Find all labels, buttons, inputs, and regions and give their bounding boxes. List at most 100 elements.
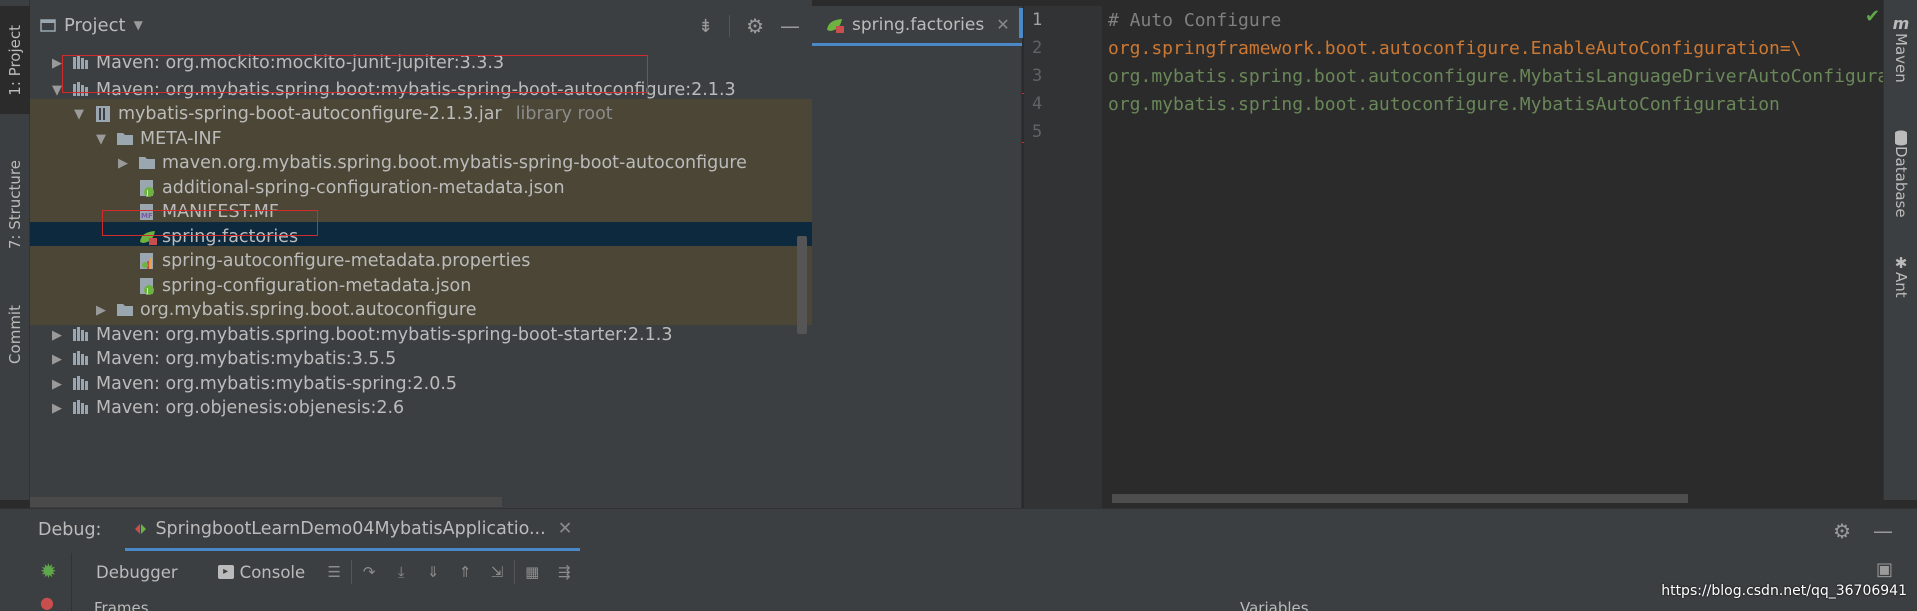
code-line[interactable]: org.mybatis.spring.boot.autoconfigure.My…	[1108, 94, 1780, 115]
expanded-arrow-icon[interactable]: ▼	[94, 132, 108, 147]
tab-structure[interactable]: 7: Structure	[0, 140, 30, 270]
tab-ant-label: Ant	[1892, 272, 1910, 298]
tab-project-label: 1: Project	[6, 24, 24, 96]
stop-icon[interactable]: ●	[40, 593, 54, 611]
tree-row-label: maven.org.mybatis.spring.boot.mybatis-sp…	[162, 153, 747, 173]
debug-header: Debug: SpringbootLearnDemo04MybatisAppli…	[0, 509, 1917, 551]
tree-vertical-scrollbar[interactable]	[797, 236, 807, 334]
project-view-selector[interactable]: Project ▼	[40, 15, 143, 36]
minimize-icon[interactable]: —	[1873, 519, 1893, 543]
frames-header: Frames	[94, 599, 149, 611]
debug-toolbar: Debugger ▸ Console ☰ ↷ ⤓ ⇓ ⇑ ⇲ ▦ ⇶	[72, 553, 1917, 591]
jar-icon	[94, 105, 112, 123]
folder-icon	[116, 130, 134, 148]
editor-horizontal-scrollbar[interactable]	[1112, 494, 1688, 503]
gear-icon[interactable]: ⚙	[746, 14, 764, 38]
run-to-cursor-icon[interactable]: ⇲	[486, 562, 508, 582]
tab-debugger-label: Debugger	[96, 562, 178, 582]
maven-lib-icon	[72, 399, 90, 417]
line-number: 5	[1032, 122, 1043, 142]
tree-row-label: additional-spring-configuration-metadata…	[162, 178, 565, 198]
maven-lib-icon	[72, 375, 90, 393]
code-line[interactable]: org.mybatis.spring.boot.autoconfigure.My…	[1108, 66, 1883, 87]
tab-console-label: Console	[239, 562, 306, 582]
maven-lib-icon	[72, 54, 90, 72]
debug-side-toolbar: ✹ ●	[0, 553, 72, 611]
debug-session-tab[interactable]: SpringbootLearnDemo04MybatisApplicatio..…	[125, 509, 581, 551]
minimize-icon[interactable]: —	[780, 14, 800, 38]
tab-project[interactable]: 1: Project	[0, 6, 30, 114]
tree-row-label: Maven: org.mybatis:mybatis-spring:2.0.5	[96, 374, 458, 394]
console-icon: ▸	[217, 565, 234, 579]
tab-debugger[interactable]: Debugger	[96, 563, 178, 582]
maven-lib-icon	[72, 81, 90, 99]
tree-row-label: META-INF	[140, 129, 222, 149]
collapsed-arrow-icon[interactable]: ▶	[50, 401, 64, 416]
debug-label: Debug:	[38, 520, 102, 540]
step-out-icon[interactable]: ⇑	[454, 562, 476, 582]
toolbar-divider	[514, 560, 516, 584]
tree-row-label: spring-configuration-metadata.json	[162, 276, 472, 296]
expanded-arrow-icon[interactable]: ▼	[72, 107, 86, 122]
tree-horizontal-scrollbar[interactable]	[30, 497, 502, 507]
inspection-ok-icon[interactable]: ✔	[1865, 6, 1880, 27]
line-number: 4	[1032, 94, 1043, 114]
tab-maven[interactable]: m Maven	[1884, 14, 1917, 83]
debug-header-tools: ⚙ —	[1833, 519, 1893, 543]
collapsed-arrow-icon[interactable]: ▶	[50, 352, 64, 367]
project-panel: Project ▼ ⇟ ⚙ — ▶ Maven: org.mockito:mock…	[30, 0, 812, 508]
trace-stream-icon[interactable]: ⇶	[553, 562, 575, 582]
folder-icon	[116, 301, 134, 319]
maven-lib-icon	[72, 326, 90, 344]
tree-row-label: Maven: org.mybatis.spring.boot:mybatis-s…	[96, 80, 736, 100]
watermark: https://blog.csdn.net/qq_36706941	[1661, 583, 1907, 599]
collapsed-arrow-icon[interactable]: ▶	[50, 56, 64, 71]
tree-row-partial	[30, 418, 812, 448]
step-over-icon[interactable]: ⤓	[390, 562, 412, 582]
database-icon	[1895, 130, 1907, 146]
tab-commit[interactable]: Commit	[0, 288, 30, 380]
restore-layout-icon[interactable]: ▣	[1876, 559, 1893, 580]
tab-commit-label: Commit	[6, 304, 24, 364]
tab-database-label: Database	[1892, 146, 1910, 218]
maven-lib-icon	[72, 350, 90, 368]
code-line[interactable]: org.springframework.boot.autoconfigure.E…	[1108, 38, 1802, 59]
close-icon[interactable]: ✕	[558, 519, 573, 539]
collapse-all-icon[interactable]: ⇟	[698, 16, 713, 37]
code-line[interactable]: # Auto Configure	[1108, 10, 1281, 31]
library-root-hint: library root	[515, 104, 613, 124]
tab-console[interactable]: ▸ Console	[217, 562, 306, 582]
collapsed-arrow-icon[interactable]: ▶	[94, 303, 108, 318]
maven-icon: m	[1892, 14, 1910, 33]
expanded-arrow-icon[interactable]: ▼	[50, 83, 64, 98]
tree-row-label: Maven: org.objenesis:objenesis:2.6	[96, 398, 405, 418]
properties-icon	[138, 252, 156, 270]
tab-ant[interactable]: ✱ Ant	[1884, 254, 1917, 298]
toolbar-divider	[729, 15, 731, 37]
tree-row-label: Maven: org.mybatis:mybatis:3.5.5	[96, 349, 397, 369]
gear-icon[interactable]: ⚙	[1833, 519, 1851, 543]
step-into-icon[interactable]: ⇓	[422, 562, 444, 582]
tree-row-label: MANIFEST.MF	[162, 202, 279, 222]
show-execution-point-icon[interactable]: ↷	[358, 562, 380, 582]
collapsed-arrow-icon[interactable]: ▶	[50, 377, 64, 392]
tree-row-label: Maven: org.mockito:mockito-junit-jupiter…	[96, 53, 505, 73]
tab-database[interactable]: Database	[1884, 130, 1917, 218]
debug-panel: Debug: SpringbootLearnDemo04MybatisAppli…	[0, 508, 1917, 611]
tab-structure-label: 7: Structure	[6, 160, 24, 250]
evaluate-expression-icon[interactable]: ▦	[521, 562, 543, 582]
line-number: 3	[1032, 66, 1043, 86]
chevron-down-icon: ▼	[133, 18, 143, 32]
tree-row[interactable]: ▶ Maven: org.mockito:mockito-junit-jupite…	[30, 48, 812, 78]
collapsed-arrow-icon[interactable]: ▶	[50, 328, 64, 343]
left-tool-strip: 1: Project 7: Structure Commit	[0, 0, 30, 500]
tab-maven-label: Maven	[1892, 33, 1910, 83]
editor-tab[interactable]: spring.factories ✕	[812, 6, 1022, 46]
close-icon[interactable]: ✕	[996, 15, 1009, 34]
menu-icon[interactable]: ☰	[323, 562, 345, 582]
bug-icon[interactable]: ✹	[40, 559, 57, 583]
collapsed-arrow-icon[interactable]: ▶	[116, 156, 130, 171]
project-tree: ▶ Maven: org.mockito:mockito-junit-jupite…	[30, 48, 812, 504]
line-number-gutter: 1 2 3 4 5	[1024, 6, 1102, 508]
code-editor[interactable]: # Auto Configure org.springframework.boot…	[1102, 6, 1883, 508]
